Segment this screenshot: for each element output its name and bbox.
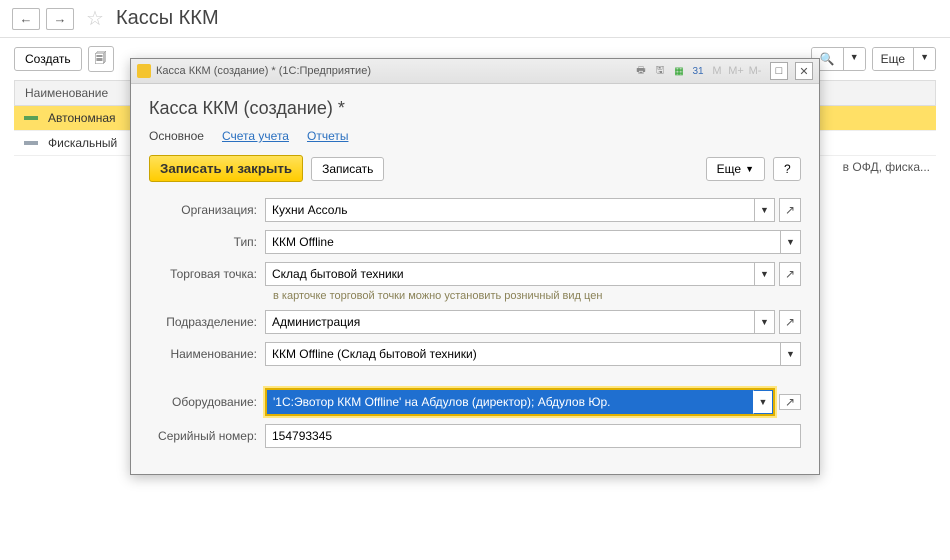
type-label: Тип:: [149, 235, 265, 249]
app-1c-icon: [137, 64, 151, 78]
nav-forward-button[interactable]: →: [46, 8, 74, 30]
save-button[interactable]: Записать: [311, 157, 384, 181]
page-title: Кассы ККМ: [116, 7, 219, 30]
more-button[interactable]: Еще ▼: [706, 157, 765, 181]
row-marker-icon: [24, 141, 38, 145]
equip-open-button[interactable]: ↗: [779, 394, 801, 410]
open-icon: ↗: [785, 267, 795, 281]
equip-field[interactable]: [267, 390, 753, 414]
modal-heading: Касса ККМ (создание) *: [149, 98, 801, 119]
print-icon[interactable]: 🖶: [633, 63, 649, 79]
point-dropdown[interactable]: ▼: [755, 262, 775, 286]
calendar-31-icon[interactable]: 31: [690, 63, 706, 79]
name-field[interactable]: [265, 342, 781, 366]
point-hint: в карточке торговой точки можно установи…: [273, 290, 801, 302]
serial-label: Серийный номер:: [149, 429, 265, 443]
point-label: Торговая точка:: [149, 267, 265, 281]
save-close-button[interactable]: Записать и закрыть: [149, 155, 303, 182]
calendar-icon[interactable]: ▦: [671, 63, 687, 79]
m-plus-button[interactable]: M+: [728, 63, 744, 79]
modal-window-title: Касса ККМ (создание) * (1С:Предприятие): [156, 65, 371, 77]
row-marker-icon: [24, 116, 38, 120]
modal-kassa-kkm: Касса ККМ (создание) * (1С:Предприятие) …: [130, 58, 820, 475]
more-label: Еще: [717, 162, 741, 176]
open-icon: ↗: [785, 315, 795, 329]
copy-icon: 🗐: [95, 49, 107, 70]
more-label: Еще: [873, 48, 914, 70]
save-icon[interactable]: 🖫: [652, 63, 668, 79]
help-button[interactable]: ?: [773, 157, 801, 181]
point-open-button[interactable]: ↗: [779, 262, 801, 286]
tab-accounts[interactable]: Счета учета: [222, 129, 289, 143]
chevron-down-icon: ▼: [745, 164, 754, 174]
org-open-button[interactable]: ↗: [779, 198, 801, 222]
list-item-label: Фискальный: [48, 136, 117, 150]
m-button[interactable]: M: [709, 63, 725, 79]
favorite-star-icon[interactable]: ☆: [86, 6, 104, 31]
dept-field[interactable]: [265, 310, 755, 334]
serial-field[interactable]: [265, 424, 801, 448]
tab-main[interactable]: Основное: [149, 129, 204, 143]
window-toggle-button[interactable]: □: [770, 62, 788, 80]
modal-titlebar[interactable]: Касса ККМ (создание) * (1С:Предприятие) …: [131, 59, 819, 84]
point-field[interactable]: [265, 262, 755, 286]
dept-label: Подразделение:: [149, 315, 265, 329]
bg-truncated-text: в ОФД, фиска...: [843, 160, 930, 174]
name-label: Наименование:: [149, 347, 265, 361]
equip-dropdown[interactable]: ▼: [753, 390, 773, 414]
equip-label: Оборудование:: [149, 395, 265, 409]
m-minus-button[interactable]: M-: [747, 63, 763, 79]
tab-reports[interactable]: Отчеты: [307, 129, 348, 143]
org-label: Организация:: [149, 203, 265, 217]
type-field[interactable]: [265, 230, 781, 254]
dept-dropdown[interactable]: ▼: [755, 310, 775, 334]
name-dropdown[interactable]: ▼: [781, 342, 801, 366]
close-button[interactable]: ✕: [795, 62, 813, 80]
type-dropdown[interactable]: ▼: [781, 230, 801, 254]
org-dropdown[interactable]: ▼: [755, 198, 775, 222]
org-field[interactable]: [265, 198, 755, 222]
list-item-label: Автономная: [48, 111, 116, 125]
open-icon: ↗: [785, 395, 795, 409]
dept-open-button[interactable]: ↗: [779, 310, 801, 334]
chevron-down-icon: ▼: [914, 48, 935, 70]
copy-button[interactable]: 🗐: [88, 46, 114, 72]
open-icon: ↗: [785, 203, 795, 217]
nav-back-button[interactable]: ←: [12, 8, 40, 30]
create-button[interactable]: Создать: [14, 47, 82, 71]
more-dropdown[interactable]: Еще ▼: [872, 47, 936, 71]
chevron-down-icon: ▼: [844, 48, 865, 70]
